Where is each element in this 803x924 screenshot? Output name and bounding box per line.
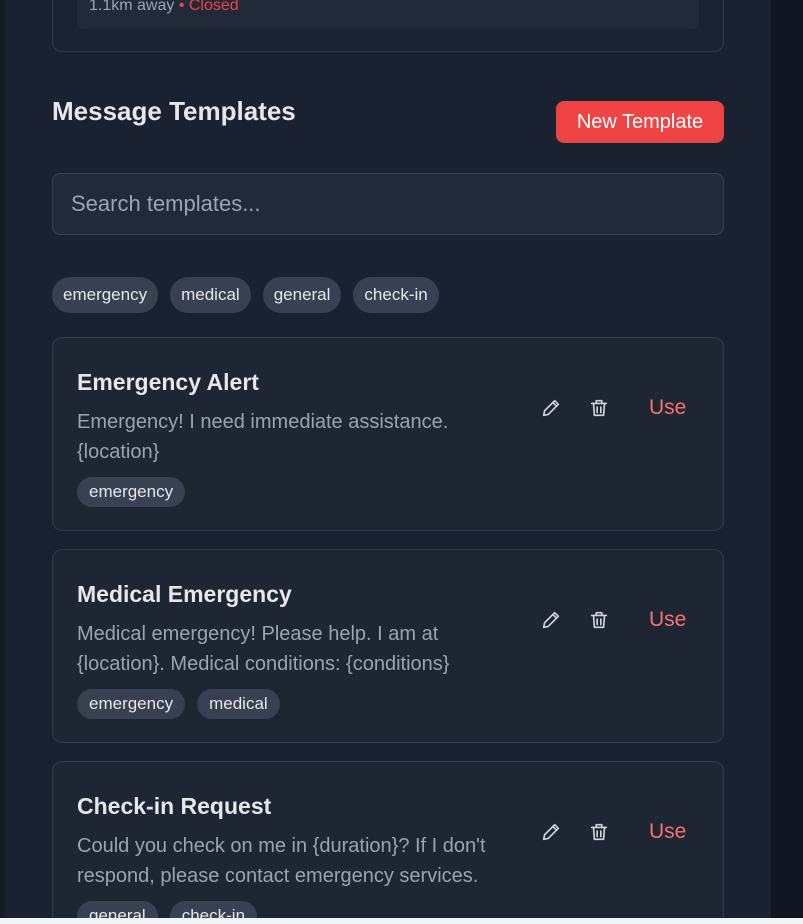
edit-button[interactable] bbox=[537, 394, 565, 422]
new-template-button[interactable]: New Template bbox=[556, 101, 724, 143]
trash-icon bbox=[590, 611, 608, 629]
template-body: Could you check on me in {duration}? If … bbox=[77, 835, 486, 887]
template-actions: Use bbox=[537, 394, 686, 422]
status-closed: Closed bbox=[188, 0, 239, 14]
edit-button[interactable] bbox=[537, 818, 565, 846]
right-rail bbox=[771, 0, 803, 924]
previous-location-item[interactable]: 1.1km away • Closed bbox=[77, 0, 699, 29]
filter-chips: emergency medical general check-in bbox=[52, 277, 439, 313]
template-actions: Use bbox=[537, 606, 686, 634]
template-tags: emergency medical bbox=[77, 689, 280, 719]
template-tag: emergency bbox=[77, 477, 186, 507]
template-tags: general check-in bbox=[77, 901, 258, 918]
edit-button[interactable] bbox=[537, 606, 565, 634]
trash-icon bbox=[590, 399, 608, 417]
search-box bbox=[52, 173, 724, 235]
template-tag: check-in bbox=[169, 901, 258, 918]
filter-chip-emergency[interactable]: emergency bbox=[52, 277, 159, 313]
previous-location-card: 1.1km away • Closed bbox=[52, 0, 724, 52]
template-card: Emergency Alert Emergency! I need immedi… bbox=[52, 337, 724, 531]
pencil-icon bbox=[542, 399, 560, 417]
template-card: Medical Emergency Medical emergency! Ple… bbox=[52, 549, 724, 743]
delete-button[interactable] bbox=[585, 818, 613, 846]
trash-icon bbox=[590, 823, 608, 841]
template-title: Check-in Request bbox=[77, 793, 272, 819]
filter-chip-general[interactable]: general bbox=[262, 277, 342, 313]
template-tag: medical bbox=[197, 689, 280, 719]
filter-chip-check-in[interactable]: check-in bbox=[353, 277, 439, 313]
pencil-icon bbox=[542, 611, 560, 629]
use-button[interactable]: Use bbox=[649, 608, 686, 632]
template-card: Check-in Request Could you check on me i… bbox=[52, 761, 724, 918]
delete-button[interactable] bbox=[585, 394, 613, 422]
template-title: Emergency Alert bbox=[77, 369, 259, 395]
distance-text: 1.1km away bbox=[89, 0, 175, 14]
bottom-strip bbox=[0, 918, 803, 924]
template-actions: Use bbox=[537, 818, 686, 846]
location-meta: 1.1km away • Closed bbox=[89, 0, 239, 15]
app-panel: 1.1km away • Closed Message Templates Ne… bbox=[5, 0, 771, 918]
template-body: Medical emergency! Please help. I am at … bbox=[77, 623, 450, 675]
use-button[interactable]: Use bbox=[649, 396, 686, 420]
section-title: Message Templates bbox=[52, 96, 296, 126]
pencil-icon bbox=[542, 823, 560, 841]
template-tag: general bbox=[77, 901, 158, 918]
delete-button[interactable] bbox=[585, 606, 613, 634]
search-input[interactable] bbox=[71, 191, 705, 217]
status-separator: • bbox=[174, 0, 189, 14]
use-button[interactable]: Use bbox=[649, 820, 686, 844]
template-title: Medical Emergency bbox=[77, 581, 292, 607]
filter-chip-medical[interactable]: medical bbox=[170, 277, 251, 313]
template-tags: emergency bbox=[77, 477, 186, 507]
template-tag: emergency bbox=[77, 689, 186, 719]
template-body: Emergency! I need immediate assistance. … bbox=[77, 411, 449, 463]
